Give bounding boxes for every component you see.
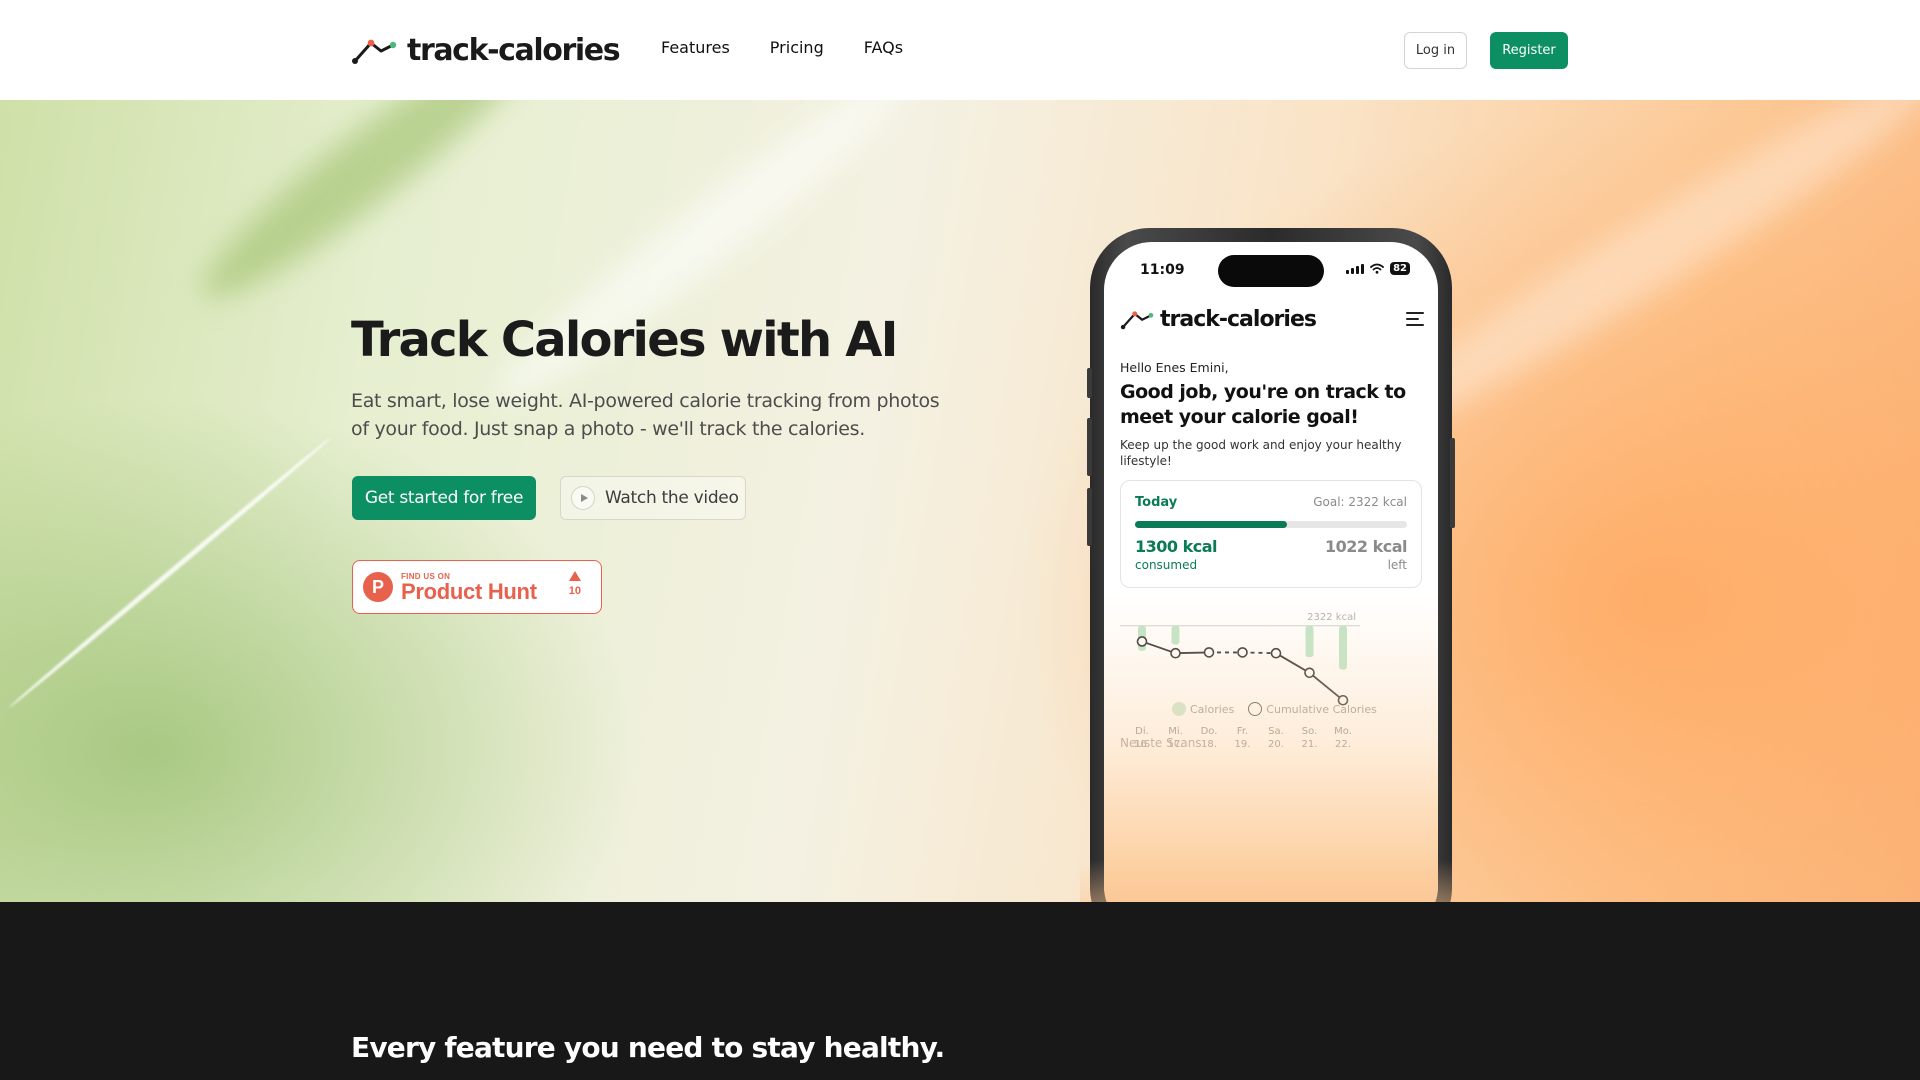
x-tick-date: 20. [1268,739,1284,750]
left-value: 1022 kcal [1324,537,1408,556]
nav-features[interactable]: Features [661,38,730,57]
register-button[interactable]: Register [1490,32,1568,69]
x-tick-date: 22. [1335,739,1351,750]
phone-side-button [1087,418,1092,476]
features-section: Every feature you need to stay healthy. [0,902,1920,1080]
x-tick-date: 21. [1302,739,1318,750]
app-header: track-calories [1120,304,1424,334]
login-button[interactable]: Log in [1404,32,1467,69]
features-title: Every feature you need to stay healthy. [351,1031,945,1064]
calorie-bar [1339,625,1347,670]
product-hunt-votes: 10 [569,571,581,597]
get-started-button[interactable]: Get started for free [352,476,536,520]
wifi-icon [1370,263,1384,274]
cumulative-point [1170,647,1181,659]
today-card: Today Goal: 2322 kcal 1300 kcal consumed… [1120,480,1422,588]
cumulative-point [1203,647,1215,658]
upvote-arrow-icon [568,571,581,581]
dynamic-island [1218,255,1324,287]
calorie-bar [1171,625,1180,645]
phone-mockup: 11:09 82 track-calories Hello Enes Emini… [1087,228,1455,902]
x-tick-day: Sa. [1268,726,1284,737]
cumulative-point [1304,667,1315,679]
site-header: track-calories Features Pricing FAQs Log… [0,0,1920,100]
x-tick-day: So. [1302,726,1317,737]
consumed-label: consumed [1135,558,1198,572]
phone-side-button [1087,488,1092,546]
x-tick-day: Do. [1201,726,1218,737]
status-subline: Keep up the good work and enjoy your hea… [1120,438,1402,468]
status-bar: 11:09 82 [1104,242,1438,292]
status-time: 11:09 [1140,262,1185,278]
calorie-progress-bar [1135,521,1407,528]
app-brand-name: track-calories [1160,306,1317,332]
brand-name: track-calories [407,32,621,68]
trend-line-icon [352,39,397,64]
legend-calories-label: Calories [1190,702,1235,716]
x-tick-day: Fr. [1237,726,1248,737]
phone-side-button [1450,438,1455,528]
legend-cumulative-swatch [1248,702,1263,716]
status-icons: 82 [1346,262,1410,275]
product-hunt-icon: P [363,572,393,602]
cumulative-line-segment [1141,640,1176,655]
product-hunt-text: FIND US ON Product Hunt [401,572,537,603]
hero-title: Track Calories with AI [351,312,898,368]
goal-label: Goal: 2322 kcal [1313,495,1407,509]
upvote-count: 10 [568,585,581,597]
cumulative-line-segment [1308,672,1344,701]
watch-video-label: Watch the video [605,488,739,508]
product-hunt-name: Product Hunt [401,578,537,604]
legend-cumulative: Cumulative Calories [1248,702,1377,716]
x-tick-day: Mo. [1334,726,1352,737]
brand-logo[interactable]: track-calories [351,30,621,70]
goal-line-label: 2322 kcal [1307,612,1356,623]
cumulative-point [1270,647,1282,659]
hero-subtitle: Eat smart, lose weight. AI-powered calor… [351,390,940,440]
x-tick-date: 19. [1235,739,1251,750]
cumulative-point [1237,647,1248,658]
main-nav: Features Pricing FAQs [661,38,903,57]
chart-legend: Calories Cumulative Calories [1172,702,1377,716]
recent-scans-heading: Neuste Scans [1120,736,1202,750]
legend-calories: Calories [1172,702,1234,716]
today-label: Today [1135,495,1178,510]
status-headline: Good job, you're on track to meet your c… [1120,381,1406,428]
battery-icon: 82 [1390,262,1410,275]
background-streak [7,435,333,710]
trend-line-icon [1120,311,1154,330]
background-streak [476,100,924,424]
nav-faqs[interactable]: FAQs [864,38,903,57]
watch-video-button[interactable]: Watch the video [560,476,746,520]
left-label: left [1387,558,1407,572]
menu-icon[interactable] [1406,312,1424,330]
legend-calories-swatch [1172,702,1186,716]
phone-side-button [1087,368,1092,398]
product-hunt-badge[interactable]: P FIND US ON Product Hunt 10 [352,560,602,614]
signal-icon [1346,263,1365,274]
cumulative-point [1136,636,1148,647]
nav-pricing[interactable]: Pricing [770,38,824,57]
play-icon [571,486,595,510]
consumed-value: 1300 kcal [1135,537,1218,556]
background-streak [182,100,558,322]
calorie-bar [1305,625,1314,658]
x-tick-date: 18. [1201,739,1217,750]
cumulative-line-segment [1275,652,1310,674]
legend-cumulative-label: Cumulative Calories [1266,702,1377,716]
hero-section: Track Calories with AI Eat smart, lose w… [0,100,1920,902]
phone-screen: 11:09 82 track-calories Hello Enes Emini… [1104,242,1438,902]
greeting: Hello Enes Emini, [1120,360,1229,375]
calorie-progress-fill [1135,521,1288,528]
